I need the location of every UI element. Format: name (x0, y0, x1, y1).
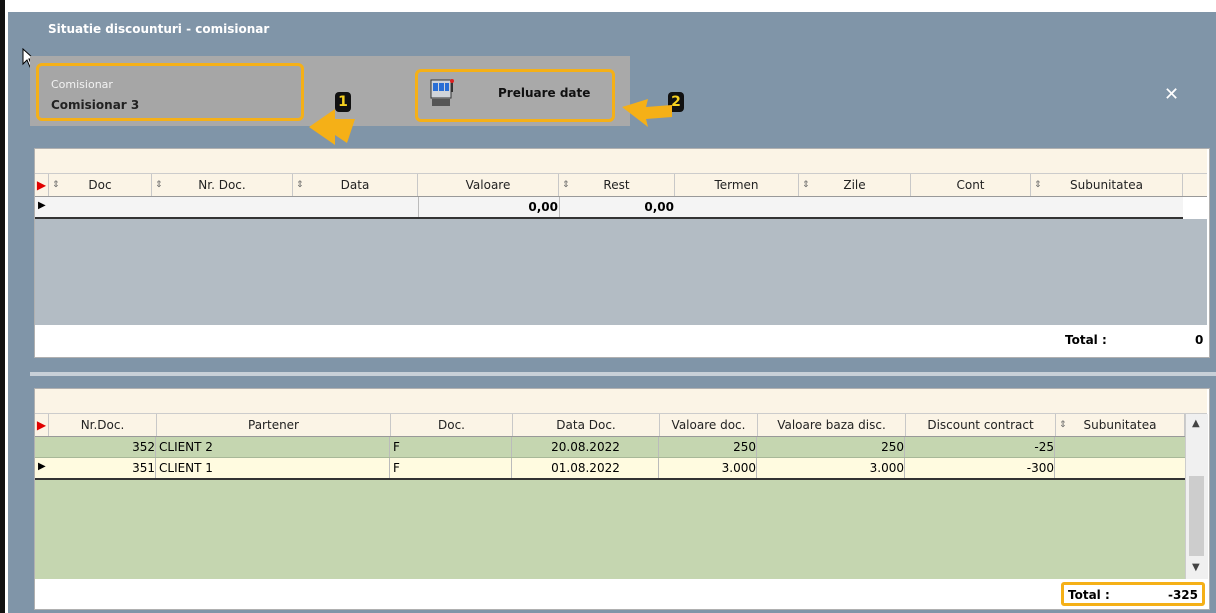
annotation-arrow-1 (309, 109, 355, 145)
comisionar-field[interactable]: Comisionar Comisionar 3 (36, 63, 304, 121)
col-subunitatea[interactable]: ⇕ Subunitatea (1056, 414, 1185, 436)
top-grid-header: ▶ ⇕ Doc ⇕ Nr. Doc. ⇕ Data Valoare ⇕ Rest Ter… (35, 174, 1207, 197)
slot-machine-icon (430, 79, 454, 106)
top-rest-cell: 0,00 (559, 197, 674, 217)
col-valoare[interactable]: Valoare (418, 174, 559, 196)
comisionar-label: Comisionar (51, 78, 113, 91)
sort-icon: ⇕ (296, 180, 304, 190)
bottom-total-value: -325 (1167, 588, 1198, 602)
sort-icon: ⇕ (52, 180, 60, 190)
cell-partener: CLIENT 1 (159, 458, 390, 478)
cell-discount: -300 (906, 458, 1055, 478)
scrollbar-thumb[interactable] (1189, 476, 1204, 556)
row-marker-icon: ▶ (38, 200, 46, 211)
top-total-label: Total : (1065, 333, 1107, 347)
preluare-date-button[interactable]: Preluare date (415, 69, 615, 122)
table-row-selected[interactable]: ▶ 351 CLIENT 1 F 01.08.2022 3.000 3.000 … (35, 458, 1185, 480)
col-zile[interactable]: ⇕ Zile (799, 174, 911, 196)
comisionar-value: Comisionar 3 (51, 98, 140, 112)
splitter[interactable] (30, 372, 1216, 376)
col-partener[interactable]: Partener (157, 414, 391, 436)
cell-valoare-baza: 3.000 (758, 458, 905, 478)
scroll-up-icon[interactable]: ▲ (1192, 418, 1200, 429)
col-nr-doc[interactable]: ⇕ Nr. Doc. (152, 174, 293, 196)
cell-nr-doc: 352 (49, 437, 156, 457)
cell-doc: F (393, 437, 512, 457)
cell-doc: F (393, 458, 512, 478)
cell-valoare-doc: 3.000 (660, 458, 757, 478)
col-data-doc[interactable]: Data Doc. (513, 414, 660, 436)
vertical-scrollbar[interactable]: ▲ ▼ (1185, 414, 1208, 579)
cell-nr-doc: 351 (49, 458, 156, 478)
window-left-border (0, 0, 5, 613)
bottom-total-box: Total : -325 (1061, 582, 1205, 606)
col-valoare-baza-disc[interactable]: Valoare baza disc. (758, 414, 906, 436)
scroll-down-icon[interactable]: ▼ (1192, 562, 1200, 573)
cell-subunitatea (1056, 437, 1185, 457)
row-marker-icon: ▶ (38, 461, 46, 472)
sort-icon: ⇕ (155, 180, 163, 190)
sort-icon: ⇕ (1034, 180, 1042, 190)
cell-data-doc: 01.08.2022 (513, 458, 659, 478)
top-grid: ▶ ⇕ Doc ⇕ Nr. Doc. ⇕ Data Valoare ⇕ Rest Ter… (34, 148, 1210, 358)
sort-icon: ⇕ (802, 180, 810, 190)
sort-icon: ⇕ (1059, 420, 1067, 430)
top-grid-row[interactable]: ▶ 0,00 0,00 (35, 197, 1183, 219)
annotation-arrow-2 (622, 99, 672, 127)
col-subunitatea[interactable]: ⇕ Subunitatea (1031, 174, 1183, 196)
close-icon[interactable]: ✕ (1164, 84, 1179, 105)
bottom-grid-filter-row[interactable] (35, 389, 1207, 414)
col-discount-contract[interactable]: Discount contract (906, 414, 1056, 436)
preluare-date-label: Preluare date (498, 86, 591, 100)
bottom-grid-header: ▶ Nr.Doc. Partener Doc. Data Doc. Valoar… (35, 414, 1185, 437)
col-termen[interactable]: Termen (675, 174, 799, 196)
col-cont[interactable]: Cont (911, 174, 1031, 196)
row-marker-icon: ▶ (35, 414, 49, 436)
top-grid-empty-area (35, 219, 1207, 325)
col-data[interactable]: ⇕ Data (293, 174, 418, 196)
cell-valoare-baza: 250 (758, 437, 905, 457)
cell-data-doc: 20.08.2022 (513, 437, 659, 457)
top-total-value: 0 (1195, 333, 1204, 347)
col-nr-doc[interactable]: Nr.Doc. (49, 414, 157, 436)
bottom-total-label: Total : (1068, 588, 1110, 602)
top-grid-filter-row[interactable] (35, 149, 1207, 174)
cell-subunitatea (1056, 458, 1185, 478)
col-doc[interactable]: ⇕ Doc (49, 174, 152, 196)
col-doc[interactable]: Doc. (391, 414, 513, 436)
window-title: Situatie discounturi - comisionar (48, 22, 270, 36)
cell-valoare-doc: 250 (660, 437, 757, 457)
sort-icon: ⇕ (562, 180, 570, 190)
top-valoare-cell: 0,00 (418, 197, 558, 217)
bottom-grid-empty-area (35, 480, 1185, 579)
row-marker-icon: ▶ (35, 174, 49, 196)
table-row[interactable]: 352 CLIENT 2 F 20.08.2022 250 250 -25 (35, 437, 1185, 458)
cell-partener: CLIENT 2 (159, 437, 390, 457)
cell-discount: -25 (906, 437, 1055, 457)
col-rest[interactable]: ⇕ Rest (559, 174, 675, 196)
bottom-grid: ▶ Nr.Doc. Partener Doc. Data Doc. Valoar… (34, 388, 1210, 610)
col-valoare-doc[interactable]: Valoare doc. (660, 414, 758, 436)
